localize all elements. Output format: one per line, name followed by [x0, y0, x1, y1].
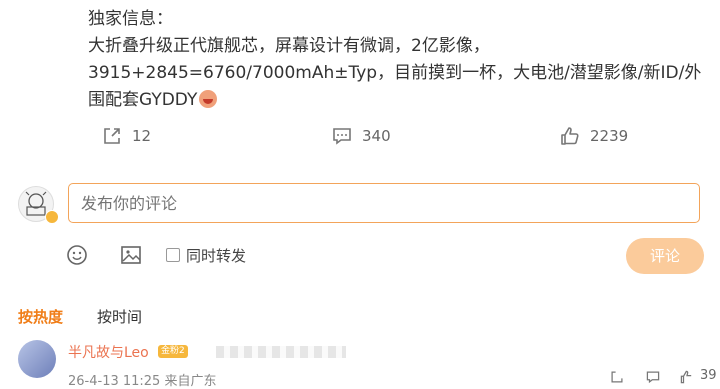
repost-label: 同时转发	[186, 246, 247, 265]
fan-badge: 金粉2	[158, 345, 188, 358]
repost-count: 12	[132, 127, 152, 145]
comment-item: 半凡故与Leo 金粉2 26-4-13 11:25 来自广东 39	[18, 340, 718, 389]
comment-icon	[333, 128, 351, 145]
verified-badge-icon	[45, 210, 59, 224]
submit-comment-button[interactable]: 评论	[626, 238, 704, 274]
like-button[interactable]: 2239	[560, 124, 628, 148]
comment-actions: 39	[588, 368, 718, 384]
emoji-icon[interactable]	[66, 244, 88, 266]
thumbs-up-icon[interactable]	[680, 370, 694, 384]
commenter-name[interactable]: 半凡故与Leo	[68, 342, 149, 362]
share-icon	[104, 128, 120, 144]
post-line: 3915+2845=6760/7000mAh±Typ，目前摸到一杯，大电池/潜望…	[88, 63, 702, 83]
comment-button[interactable]: 340	[332, 124, 391, 148]
commenter-avatar[interactable]	[18, 340, 56, 378]
comment-like-count: 39	[700, 368, 717, 383]
redacted-text	[216, 346, 346, 358]
tab-sort-hot[interactable]: 按热度	[18, 306, 63, 327]
comment-sort-tabs: 按热度 按时间	[18, 306, 142, 327]
repost-checkbox[interactable]	[166, 248, 180, 262]
composer-toolbar: 同时转发	[66, 244, 246, 266]
tab-sort-time[interactable]: 按时间	[97, 306, 142, 327]
image-icon[interactable]	[120, 244, 142, 266]
post-line: 独家信息：	[88, 9, 173, 29]
comment-input[interactable]	[68, 183, 700, 223]
like-count: 2239	[590, 127, 629, 145]
repost-button[interactable]: 12	[102, 124, 151, 148]
post-line: 大折叠升级正代旗舰芯，屏幕设计有微调，2亿影像，	[88, 36, 490, 56]
thumbs-up-icon	[561, 127, 579, 145]
post-line-text: 围配套GYDDY	[88, 90, 198, 110]
comment-count: 340	[362, 127, 391, 145]
comment-icon[interactable]	[646, 370, 660, 384]
post-action-bar: 12 340 2239	[0, 124, 720, 148]
post-body: 独家信息： 大折叠升级正代旗舰芯，屏幕设计有微调，2亿影像， 3915+2845…	[88, 6, 702, 114]
repost-toggle[interactable]: 同时转发	[166, 245, 246, 266]
share-icon[interactable]	[610, 370, 624, 384]
post-line: 围配套GYDDY	[88, 87, 698, 114]
laughing-emoji-icon	[199, 90, 218, 108]
